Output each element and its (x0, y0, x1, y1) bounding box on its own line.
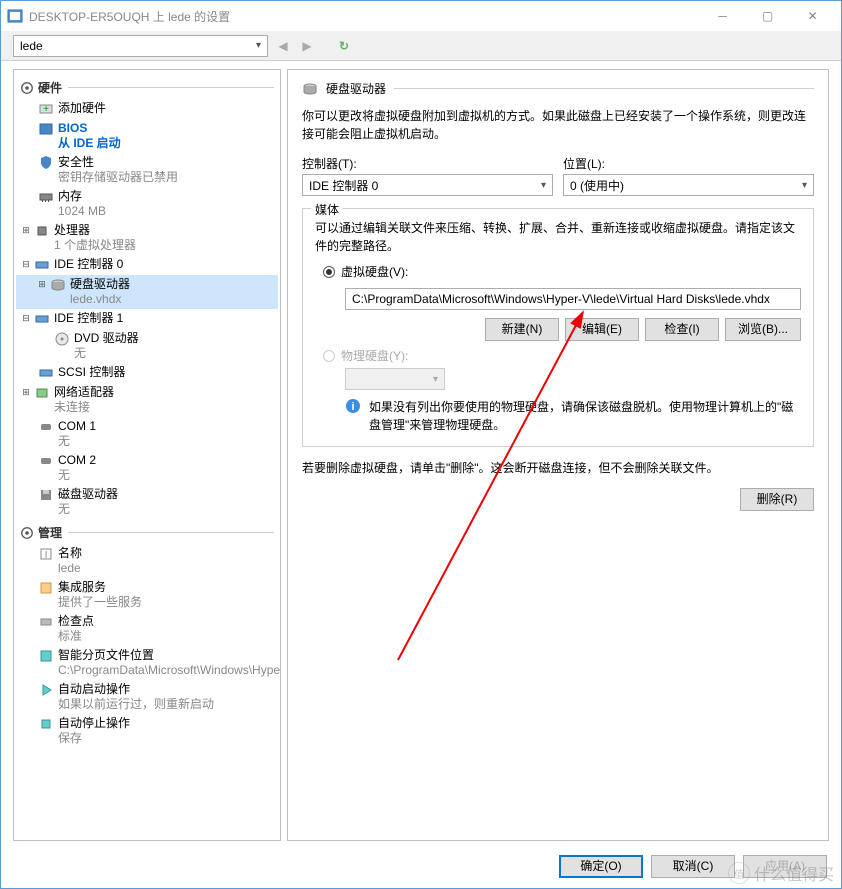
browse-button[interactable]: 浏览(B)... (725, 318, 801, 341)
sidebar-item-integration[interactable]: 集成服务 提供了一些服务 (16, 578, 278, 612)
management-icon (20, 526, 34, 540)
chevron-down-icon: ▾ (433, 374, 438, 385)
main-panel: 硬盘驱动器 你可以更改将虚拟硬盘附加到虚拟机的方式。如果此磁盘上已经安装了一个操… (287, 69, 829, 841)
ok-button[interactable]: 确定(O) (559, 855, 643, 878)
checkpoint-icon (38, 614, 54, 630)
sidebar-item-com2[interactable]: COM 2 无 (16, 451, 278, 485)
vhd-path-input[interactable] (345, 288, 801, 310)
disk-icon (50, 277, 66, 293)
controller-select[interactable]: IDE 控制器 0 ▾ (302, 174, 553, 196)
close-button[interactable]: ✕ (790, 1, 835, 31)
disk-icon (302, 81, 318, 97)
controller-icon (34, 311, 50, 327)
network-icon (34, 385, 50, 401)
delete-note: 若要删除虚拟硬盘，请单击"删除"。这会断开磁盘连接，但不会删除关联文件。 (302, 459, 814, 476)
sidebar-item-scsi[interactable]: SCSI 控制器 (16, 363, 278, 383)
nav-forward-button[interactable]: ▶ (298, 37, 316, 55)
sidebar-item-floppy[interactable]: 磁盘驱动器 无 (16, 485, 278, 519)
bios-icon (38, 121, 54, 137)
settings-sidebar: 硬件 + 添加硬件 BIOS 从 IDE 启动 安全性 密钥存储驱动器已禁用 (13, 69, 281, 841)
sidebar-item-memory[interactable]: 内存 1024 MB (16, 187, 278, 221)
sidebar-item-security[interactable]: 安全性 密钥存储驱动器已禁用 (16, 153, 278, 187)
inspect-button[interactable]: 检查(I) (645, 318, 719, 341)
panel-title: 硬盘驱动器 (302, 80, 814, 97)
management-section-header: 管理 (16, 521, 278, 544)
sidebar-item-autostart[interactable]: 自动启动操作 如果以前运行过，则重新启动 (16, 680, 278, 714)
integration-icon (38, 580, 54, 596)
sidebar-item-name[interactable]: I 名称 lede (16, 544, 278, 578)
controller-label: 控制器(T): (302, 155, 553, 172)
dialog-footer: 确定(O) 取消(C) 应用(A) (1, 847, 841, 888)
sidebar-item-ide0[interactable]: ⊟ IDE 控制器 0 (16, 255, 278, 275)
minimize-button[interactable]: ─ (700, 1, 745, 31)
sidebar-item-checkpoint[interactable]: 检查点 标准 (16, 612, 278, 646)
expander-icon[interactable]: ⊞ (20, 385, 32, 399)
svg-text:i: i (351, 401, 354, 413)
maximize-button[interactable]: ▢ (745, 1, 790, 31)
window-title: DESKTOP-ER5OUQH 上 lede 的设置 (29, 8, 700, 25)
scsi-icon (38, 365, 54, 381)
dvd-icon (54, 331, 70, 347)
media-group: 媒体 可以通过编辑关联文件来压缩、转换、扩展、合并、重新连接或收缩虚拟硬盘。请指… (302, 208, 814, 447)
watermark-badge-icon: 值 (728, 862, 750, 884)
sidebar-item-add-hardware[interactable]: + 添加硬件 (16, 99, 278, 119)
titlebar: DESKTOP-ER5OUQH 上 lede 的设置 ─ ▢ ✕ (1, 1, 841, 31)
vhd-radio[interactable]: 虚拟硬盘(V): (323, 263, 801, 280)
info-icon: i (345, 398, 361, 414)
expander-icon[interactable]: ⊞ (20, 223, 32, 237)
name-icon: I (38, 546, 54, 562)
vm-selector-value: lede (20, 39, 43, 53)
sidebar-item-com1[interactable]: COM 1 无 (16, 417, 278, 451)
autostop-icon (38, 716, 54, 732)
chevron-down-icon: ▾ (541, 180, 546, 191)
expander-icon[interactable]: ⊟ (20, 311, 32, 325)
sidebar-item-dvd[interactable]: DVD 驱动器 无 (16, 329, 278, 363)
hardware-section-header: 硬件 (16, 76, 278, 99)
vm-selector[interactable]: lede ▾ (13, 35, 268, 57)
sidebar-item-ide1[interactable]: ⊟ IDE 控制器 1 (16, 309, 278, 329)
svg-text:I: I (45, 550, 48, 561)
expander-icon[interactable]: ⊞ (36, 277, 48, 291)
smartpaging-icon (38, 648, 54, 664)
panel-description: 你可以更改将虚拟硬盘附加到虚拟机的方式。如果此磁盘上已经安装了一个操作系统，则更… (302, 107, 814, 143)
delete-button[interactable]: 删除(R) (740, 488, 814, 511)
location-label: 位置(L): (563, 155, 814, 172)
hardware-icon (20, 81, 34, 95)
controller-icon (34, 257, 50, 273)
refresh-button[interactable]: ↻ (334, 36, 354, 56)
sidebar-item-hdd[interactable]: ⊞ 硬盘驱动器 lede.vhdx (16, 275, 278, 309)
svg-text:+: + (43, 104, 49, 115)
nav-back-button[interactable]: ◀ (274, 37, 292, 55)
physical-radio: 物理硬盘(Y): (323, 347, 801, 364)
chevron-down-icon: ▾ (256, 40, 261, 51)
new-button[interactable]: 新建(N) (485, 318, 559, 341)
sidebar-item-bios[interactable]: BIOS 从 IDE 启动 (16, 119, 278, 153)
shield-icon (38, 155, 54, 171)
expander-icon[interactable]: ⊟ (20, 257, 32, 271)
sidebar-item-autostop[interactable]: 自动停止操作 保存 (16, 714, 278, 748)
com-port-icon (38, 453, 54, 469)
com-port-icon (38, 419, 54, 435)
location-select[interactable]: 0 (使用中) ▾ (563, 174, 814, 196)
media-description: 可以通过编辑关联文件来压缩、转换、扩展、合并、重新连接或收缩虚拟硬盘。请指定该文… (315, 219, 801, 255)
add-hardware-icon: + (38, 101, 54, 117)
sidebar-item-smartpaging[interactable]: 智能分页文件位置 C:\ProgramData\Microsoft\Window… (16, 646, 278, 680)
media-group-label: 媒体 (311, 201, 343, 218)
sidebar-item-processor[interactable]: ⊞ 处理器 1 个虚拟处理器 (16, 221, 278, 255)
watermark: 值 什么值得买 (720, 857, 842, 889)
autostart-icon (38, 682, 54, 698)
physical-info: i 如果没有列出你要使用的物理硬盘，请确保该磁盘脱机。使用物理计算机上的"磁盘管… (345, 398, 801, 434)
toolbar: lede ▾ ◀ ▶ ↻ (1, 31, 841, 61)
sidebar-item-network[interactable]: ⊞ 网络适配器 未连接 (16, 383, 278, 417)
chevron-down-icon: ▾ (802, 180, 807, 191)
cpu-icon (34, 223, 50, 239)
app-icon (7, 8, 23, 24)
floppy-icon (38, 487, 54, 503)
physical-disk-select: ▾ (345, 368, 445, 390)
memory-icon (38, 189, 54, 205)
edit-button[interactable]: 编辑(E) (565, 318, 639, 341)
